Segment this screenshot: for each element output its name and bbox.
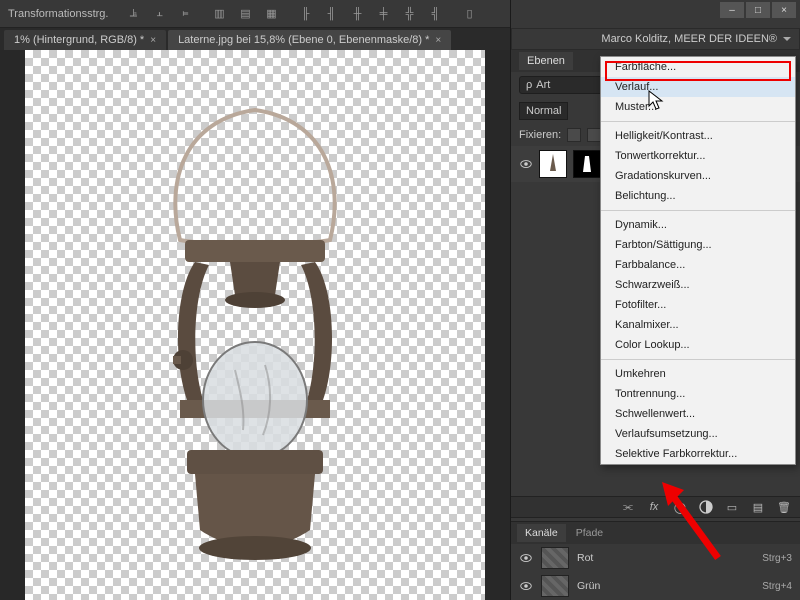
layer-mask-thumb[interactable] — [573, 150, 601, 178]
blend-mode-dropdown[interactable]: Normal — [519, 102, 568, 120]
menu-separator — [601, 121, 795, 122]
channel-thumb — [541, 575, 569, 597]
menu-item-photo-filter[interactable]: Fotofilter... — [601, 295, 795, 315]
dist-1-icon[interactable]: ▥ — [210, 5, 228, 23]
align-right-icon[interactable]: ⫢ — [176, 5, 194, 23]
menu-item-bw[interactable]: Schwarzweiß... — [601, 275, 795, 295]
menu-item-invert[interactable]: Umkehren — [601, 364, 795, 384]
link-icon[interactable]: ⫘ — [620, 499, 636, 515]
align-icons: ⫡ ⫠ ⫢ — [124, 5, 194, 23]
a6-icon[interactable]: ╣ — [426, 5, 444, 23]
layers-tab[interactable]: Ebenen — [519, 52, 573, 70]
visibility-icon[interactable] — [519, 551, 533, 565]
layer-thumb[interactable] — [539, 150, 567, 178]
a3-icon[interactable]: ╫ — [348, 5, 366, 23]
distribute-icons: ▥ ▤ ▦ — [210, 5, 280, 23]
more-align-icons: ╟ ╢ ╫ ╪ ╬ ╣ — [296, 5, 444, 23]
menu-item-curves[interactable]: Gradationskurven... — [601, 166, 795, 186]
menu-item-pattern[interactable]: Muster... — [601, 97, 795, 117]
menu-item-threshold[interactable]: Schwellenwert... — [601, 404, 795, 424]
menu-separator — [601, 210, 795, 211]
workspace-label: Marco Kolditz, MEER DER IDEEN® — [601, 33, 777, 45]
channel-shortcut: Strg+4 — [762, 581, 792, 592]
adjustment-layer-menu: Farbfläche... Verlauf... Muster... Helli… — [600, 56, 796, 465]
tab-label: Laterne.jpg bei 15,8% (Ebene 0, Ebenenma… — [178, 34, 429, 46]
window-controls: – □ × — [720, 2, 796, 18]
dist-3-icon[interactable]: ▦ — [262, 5, 280, 23]
minimize-button[interactable]: – — [720, 2, 744, 18]
paths-tab[interactable]: Pfade — [568, 524, 611, 542]
menu-item-channel-mixer[interactable]: Kanalmixer... — [601, 315, 795, 335]
layers-button-strip: ⫘ fx ◯ ▭ ▤ 🗑 — [511, 496, 800, 518]
trash-icon[interactable]: 🗑 — [776, 499, 792, 515]
channels-panel: Kanäle Pfade Rot Strg+3 Grün Strg+4 — [511, 521, 800, 600]
a5-icon[interactable]: ╬ — [400, 5, 418, 23]
close-icon[interactable]: × — [435, 35, 441, 46]
red-arrow-annotation — [658, 482, 728, 562]
menu-item-hue[interactable]: Farbton/Sättigung... — [601, 235, 795, 255]
channels-tab[interactable]: Kanäle — [517, 524, 566, 542]
transparent-canvas[interactable] — [25, 50, 485, 600]
visibility-icon[interactable] — [519, 579, 533, 593]
document-tab-0[interactable]: 1% (Hintergrund, RGB/8) * × — [4, 30, 166, 50]
lantern-image — [125, 100, 385, 580]
a4-icon[interactable]: ╪ — [374, 5, 392, 23]
extra-icons: ▯ — [460, 5, 478, 23]
a2-icon[interactable]: ╢ — [322, 5, 340, 23]
menu-item-gradient-map[interactable]: Verlaufsumsetzung... — [601, 424, 795, 444]
menu-item-color-lookup[interactable]: Color Lookup... — [601, 335, 795, 355]
channel-row-green[interactable]: Grün Strg+4 — [511, 572, 800, 600]
maximize-button[interactable]: □ — [746, 2, 770, 18]
lock-transparency-icon[interactable] — [567, 128, 581, 142]
close-button[interactable]: × — [772, 2, 796, 18]
menu-item-exposure[interactable]: Belichtung... — [601, 186, 795, 206]
align-left-icon[interactable]: ⫡ — [124, 5, 142, 23]
channels-header: Kanäle Pfade — [511, 522, 800, 544]
search-kind: Art — [536, 79, 550, 91]
channel-row-red[interactable]: Rot Strg+3 — [511, 544, 800, 572]
blend-mode-label: Normal — [526, 105, 561, 117]
channel-name: Grün — [577, 580, 754, 592]
channel-shortcut: Strg+3 — [762, 553, 792, 564]
menu-item-posterize[interactable]: Tontrennung... — [601, 384, 795, 404]
menu-separator — [601, 359, 795, 360]
menu-item-levels[interactable]: Tonwertkorrektur... — [601, 146, 795, 166]
x1-icon[interactable]: ▯ — [460, 5, 478, 23]
mouse-cursor-icon — [648, 90, 666, 112]
new-layer-icon[interactable]: ▤ — [750, 499, 766, 515]
canvas-area[interactable] — [0, 50, 510, 600]
tool-label: Transformationsstrg. — [8, 8, 108, 20]
menu-item-brightness[interactable]: Helligkeit/Kontrast... — [601, 126, 795, 146]
channel-thumb — [541, 547, 569, 569]
menu-item-gradient[interactable]: Verlauf... — [601, 77, 795, 97]
align-center-icon[interactable]: ⫠ — [150, 5, 168, 23]
workspace-switcher[interactable]: Marco Kolditz, MEER DER IDEEN® — [511, 28, 800, 50]
visibility-icon[interactable] — [519, 157, 533, 171]
search-icon: ρ — [526, 79, 532, 91]
tab-label: 1% (Hintergrund, RGB/8) * — [14, 34, 144, 46]
menu-item-color-balance[interactable]: Farbbalance... — [601, 255, 795, 275]
menu-item-selective-color[interactable]: Selektive Farbkorrektur... — [601, 444, 795, 464]
dist-2-icon[interactable]: ▤ — [236, 5, 254, 23]
menu-item-vibrance[interactable]: Dynamik... — [601, 215, 795, 235]
a1-icon[interactable]: ╟ — [296, 5, 314, 23]
close-icon[interactable]: × — [150, 35, 156, 46]
menu-item-solid-color[interactable]: Farbfläche... — [601, 57, 795, 77]
document-tab-1[interactable]: Laterne.jpg bei 15,8% (Ebene 0, Ebenenma… — [168, 30, 451, 50]
lock-label: Fixieren: — [519, 129, 561, 141]
